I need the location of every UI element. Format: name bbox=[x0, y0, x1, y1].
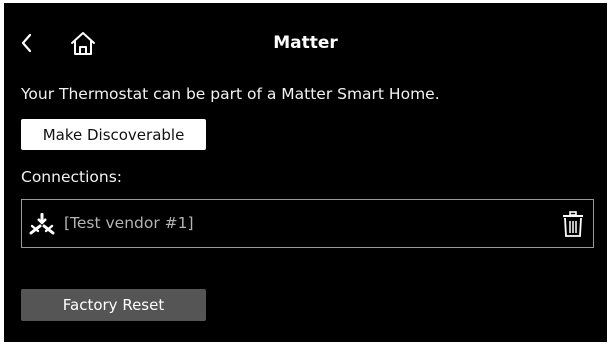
page-title: Matter bbox=[273, 33, 338, 53]
connections-label: Connections: bbox=[21, 168, 122, 186]
matter-logo-icon bbox=[28, 210, 56, 238]
make-discoverable-button[interactable]: Make Discoverable bbox=[21, 119, 206, 150]
matter-screen: Matter Your Thermostat can be part of a … bbox=[4, 3, 607, 342]
connection-name: [Test vendor #1] bbox=[64, 214, 194, 232]
header-bar: Matter bbox=[4, 3, 607, 81]
matter-description: Your Thermostat can be part of a Matter … bbox=[21, 85, 440, 103]
trash-icon[interactable] bbox=[561, 210, 585, 238]
connection-item: [Test vendor #1] bbox=[21, 199, 594, 248]
factory-reset-button[interactable]: Factory Reset bbox=[21, 289, 206, 321]
